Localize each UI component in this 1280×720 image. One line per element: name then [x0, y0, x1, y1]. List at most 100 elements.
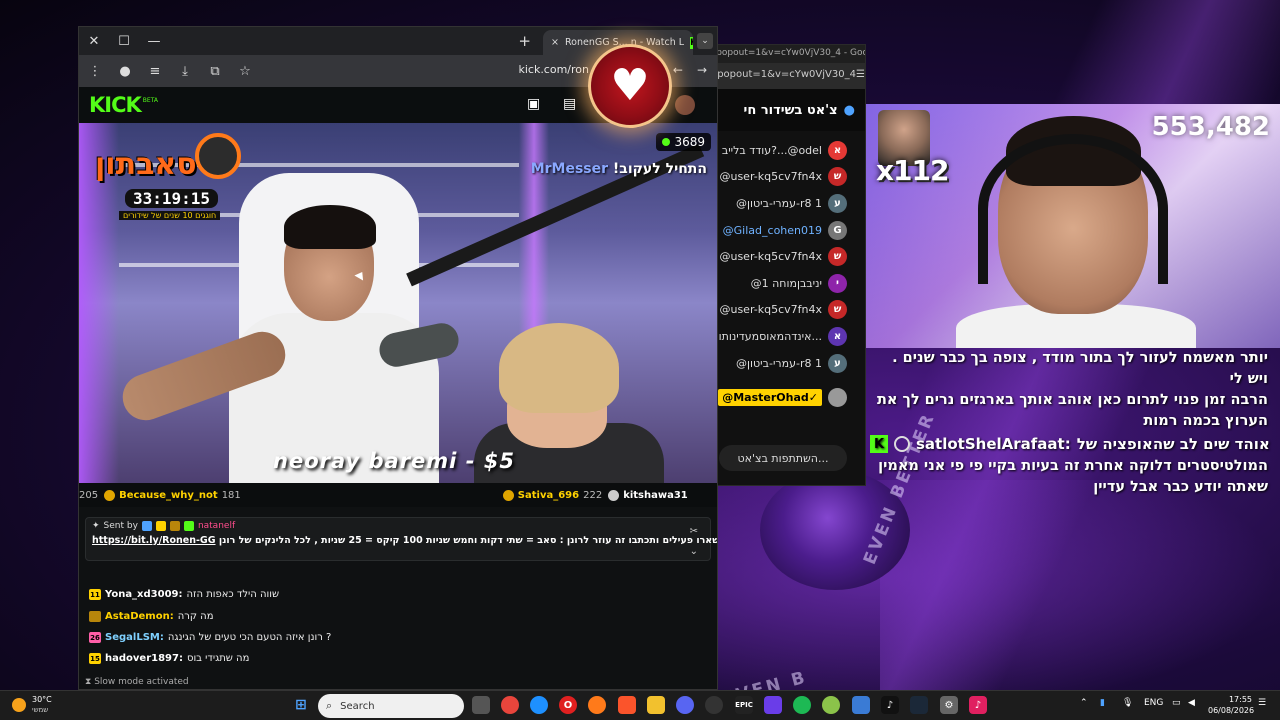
user-avatar[interactable] — [675, 95, 695, 115]
gifter-leaderboard: 205 Because_why_not 181 Sativa_696 222 k… — [79, 483, 717, 507]
woman-cap — [499, 323, 619, 413]
subathon-title: סאבתון — [95, 147, 197, 182]
overlay-chat: יותר מאשמח לעזור לך בתור מודד , צופה בך … — [866, 340, 1280, 500]
gifter-entry[interactable]: Sativa_696 222 — [502, 489, 602, 501]
clock-date: 06/08/2026 — [1208, 706, 1255, 715]
kick-favicon: K — [690, 36, 693, 49]
reading-list-icon[interactable]: ≡ — [147, 64, 163, 79]
badge-icon — [155, 521, 166, 531]
join-chat-button[interactable]: השתתפות בצ'אט... — [719, 445, 847, 471]
popout-chat-text: @user-kq5cv7fn4x — [719, 250, 822, 264]
weather-temperature: 30°C — [32, 695, 52, 704]
donation-alert: neoray baremi - $5 — [273, 449, 515, 473]
stream-video[interactable]: סאבתון 33:19:15 חוגגים 10 שנים של שידורי… — [79, 123, 717, 483]
forward-arrow-icon[interactable]: → — [697, 63, 707, 77]
live-chat-title: צ'אט בשידור חי — [743, 102, 838, 118]
popout-avatar: א — [828, 326, 847, 346]
heart-icon: ♥ — [610, 60, 650, 111]
chat-username[interactable]: Yona_xd3009: — [105, 589, 183, 600]
gifter-name: Sativa_696 — [517, 489, 580, 501]
chat-username[interactable]: AstaDemon: — [105, 611, 174, 622]
chat-message: 15 hadover1897: מה שתגידי בוס — [89, 653, 249, 664]
epic-games-icon[interactable]: EPIC — [735, 696, 753, 714]
extensions-icon[interactable]: ⧉ — [207, 64, 223, 79]
theater-mode-icon[interactable]: ▣ — [527, 96, 540, 112]
taskbar-clock[interactable]: 17:55 06/08/2026 — [1208, 694, 1255, 716]
new-tab-button[interactable]: + — [518, 32, 531, 50]
language-indicator[interactable]: ENG — [1144, 698, 1163, 708]
gift-coin-icon — [502, 489, 514, 501]
volume-icon[interactable]: ◀ — [1188, 698, 1195, 708]
tiktok-icon[interactable]: ♪ — [881, 696, 899, 714]
chat-username[interactable]: hadover1897: — [105, 653, 183, 664]
popout-chat-row: @user-kq5cv7fn4x ש — [701, 243, 865, 270]
android-studio-icon[interactable] — [822, 696, 840, 714]
settings-gear-icon[interactable]: ⚙ — [940, 696, 958, 714]
popout-avatar: G — [828, 220, 847, 240]
back-arrow-icon[interactable]: ← — [673, 63, 683, 77]
start-menu-icon[interactable]: ⊞ — [292, 696, 310, 714]
tab-search-icon[interactable]: ⌄ — [697, 33, 713, 49]
github-icon[interactable] — [705, 696, 723, 714]
spotify-icon[interactable] — [793, 696, 811, 714]
popout-menu-icon[interactable]: ☰ — [856, 69, 865, 83]
notifications-icon[interactable]: ☰ — [1258, 698, 1266, 708]
close-tab-icon[interactable]: × — [551, 37, 559, 48]
file-explorer-icon[interactable] — [647, 696, 665, 714]
slow-mode-notice: ⧗ Slow mode activated — [85, 677, 189, 687]
task-view-icon[interactable] — [472, 696, 490, 714]
popout-chat-row: @עמרי-ביטון-r8 1 ע — [701, 350, 865, 377]
bluetooth-icon[interactable]: ▮ — [1100, 698, 1105, 708]
user-icon — [894, 436, 910, 452]
badge-icon — [183, 521, 194, 531]
bookmark-star-icon[interactable]: ☆ — [237, 64, 253, 79]
download-icon[interactable]: ⤓ — [177, 64, 193, 79]
brave-icon[interactable] — [618, 696, 636, 714]
discord-icon[interactable] — [676, 696, 694, 714]
gifter-entry[interactable]: kitshawa31 — [608, 489, 688, 501]
tiktok-live-icon[interactable]: ♪ — [969, 696, 987, 714]
network-icon[interactable]: ▭ — [1172, 698, 1181, 708]
close-window-icon[interactable]: ✕ — [79, 27, 109, 55]
maximize-window-icon[interactable]: ☐ — [109, 27, 139, 55]
weather-widget[interactable]: 30°C שמשי — [12, 695, 52, 715]
clip-icon[interactable]: ▤ — [563, 96, 576, 112]
opera-icon[interactable]: O — [559, 696, 577, 714]
profile-icon[interactable]: ● — [117, 64, 133, 79]
gifter-count: 205 — [79, 489, 99, 501]
popout-avatar: י — [828, 273, 847, 293]
sun-icon — [12, 698, 26, 712]
microphone-icon[interactable]: 🎙 — [1122, 698, 1133, 708]
clock-time: 17:55 — [1228, 695, 1252, 704]
kick-chat: ✦ Sent by natanelf https://bit.ly/Ronen-… — [79, 507, 717, 689]
firefox-icon[interactable] — [588, 696, 606, 714]
pinned-sent-by-label: Sent by — [103, 521, 138, 531]
pinned-link[interactable]: https://bit.ly/Ronen-GG — [92, 535, 216, 546]
apps-grid-icon[interactable] — [764, 696, 782, 714]
youtube-chat-popout-window[interactable]: s_popout=1&v=cYw0VjV30_4 - Google Chrome… — [700, 44, 866, 486]
chat-text: מה שתגידי בוס — [186, 653, 250, 664]
steam-icon[interactable] — [910, 696, 928, 714]
chrome-icon[interactable] — [501, 696, 519, 714]
minimize-window-icon[interactable]: — — [139, 27, 169, 55]
popout-address-bar[interactable]: s_popout=1&v=cYw0VjV30_4 ☰ — [701, 63, 865, 89]
menu-dots-icon[interactable]: ⋮ — [87, 64, 103, 79]
sub-badge: 15 — [89, 653, 101, 664]
gifter-entry[interactable]: Because_why_not 181 — [104, 489, 241, 501]
taskbar-search[interactable]: ⌕ Search — [318, 694, 464, 718]
kick-logo[interactable]: KICK — [89, 93, 142, 117]
unpin-icon[interactable]: ✂ — [690, 526, 698, 537]
popout-url-text: s_popout=1&v=cYw0VjV30_4 — [707, 69, 856, 80]
chevron-down-icon[interactable]: ⌄ — [690, 546, 698, 557]
kick-beta-label: BETA — [142, 96, 158, 104]
url-field[interactable]: kick.com/ron — [518, 63, 589, 76]
chat-username[interactable]: SegalLSM: — [105, 632, 164, 643]
pin-icon: ● — [843, 102, 855, 118]
pinned-message[interactable]: ✦ Sent by natanelf https://bit.ly/Ronen-… — [85, 517, 717, 561]
chevron-up-icon[interactable]: ⌃ — [1080, 698, 1088, 708]
app-icon[interactable] — [852, 696, 870, 714]
edge-icon[interactable] — [530, 696, 548, 714]
gift-coin-icon — [104, 489, 116, 501]
nav-buttons: ← → — [673, 63, 707, 77]
pinned-sender[interactable]: natanelf — [198, 521, 235, 531]
